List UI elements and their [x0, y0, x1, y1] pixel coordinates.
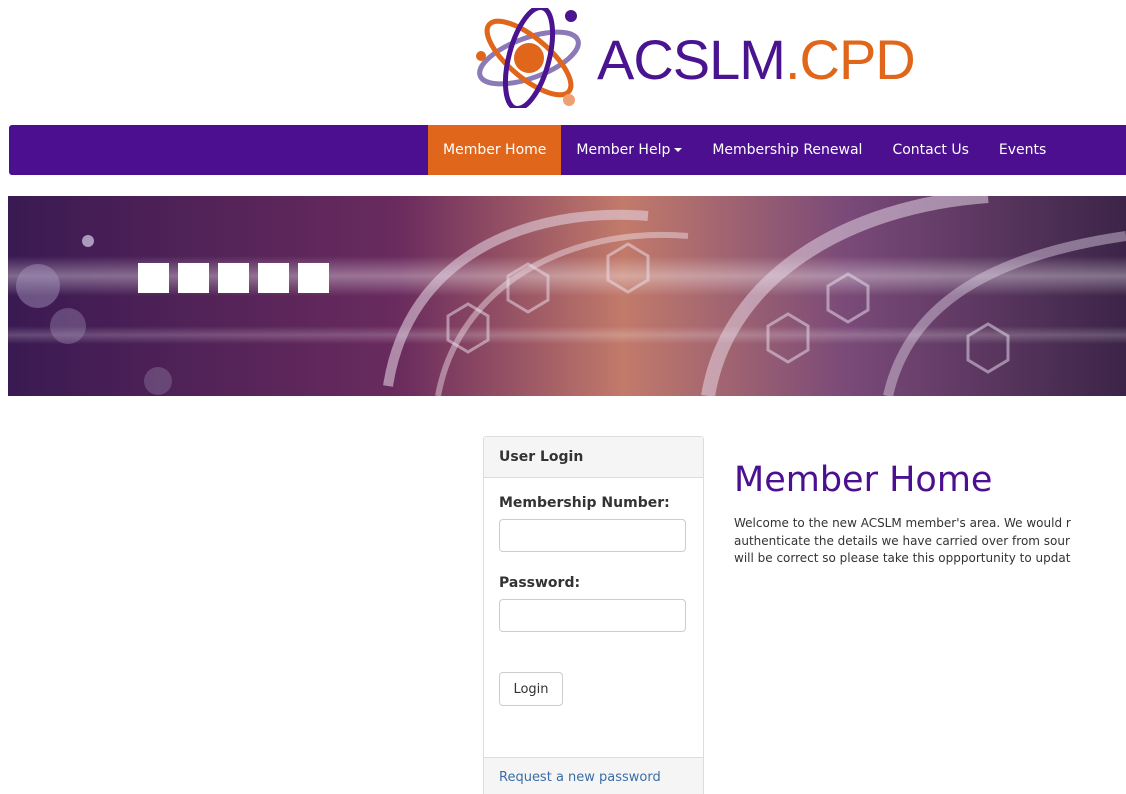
membership-number-label: Membership Number: [499, 495, 670, 511]
banner-graphic [8, 196, 1126, 396]
nav-membership-renewal[interactable]: Membership Renewal [697, 125, 877, 175]
site-name: ACSLM.CPD [597, 28, 916, 91]
nav-events[interactable]: Events [984, 125, 1061, 175]
nav-member-home[interactable]: Member Home [428, 125, 562, 175]
login-panel-heading: User Login [484, 437, 703, 478]
nav-items: Member Home Member Help Membership Renew… [428, 125, 1061, 175]
login-panel-footer: Request a new password [484, 757, 703, 794]
welcome-line: authenticate the details we have carried… [734, 533, 1070, 548]
nav-member-help-label: Member Help [576, 142, 671, 158]
welcome-line: will be correct so please take this oppp… [734, 551, 1071, 565]
password-label: Password: [499, 575, 581, 591]
site-logo[interactable]: ACSLM.CPD [473, 8, 943, 108]
membership-number-input[interactable] [499, 519, 686, 552]
page-title: Member Home [734, 460, 993, 500]
request-new-password-link[interactable]: Request a new password [499, 770, 661, 785]
password-input[interactable] [499, 599, 686, 632]
site-name-primary: ACSLM [597, 28, 786, 91]
welcome-text: Welcome to the new ACSLM member's area. … [734, 515, 1126, 568]
main-navbar: Member Home Member Help Membership Renew… [9, 125, 1126, 175]
caret-down-icon [674, 148, 683, 152]
welcome-line: Welcome to the new ACSLM member's area. … [734, 516, 1071, 530]
nav-contact-us[interactable]: Contact Us [877, 125, 983, 175]
page: ACSLM.CPD Member Home Member Help Member… [0, 0, 1126, 794]
user-login-panel: User Login Membership Number: Password: … [483, 436, 704, 794]
site-name-secondary: .CPD [784, 28, 916, 91]
hero-banner [8, 196, 1126, 396]
login-button[interactable]: Login [499, 672, 563, 706]
nav-member-help[interactable]: Member Help [561, 125, 697, 175]
atom-logo-icon [476, 8, 581, 108]
